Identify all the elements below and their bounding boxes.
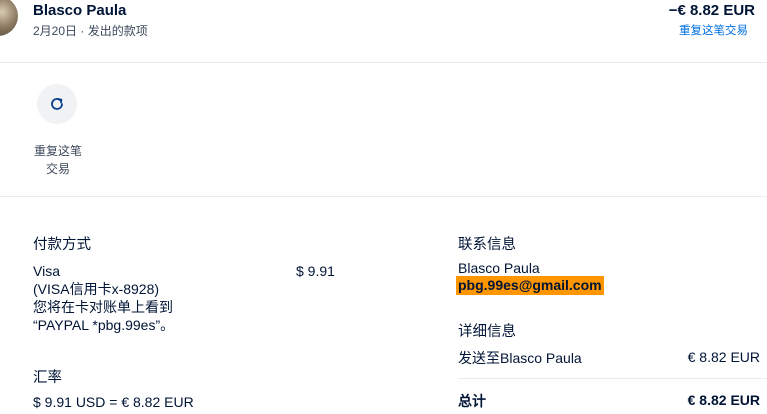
payment-method-heading: 付款方式: [33, 237, 91, 253]
contact-email[interactable]: pbg.99es@gmail.com: [456, 276, 604, 295]
repeat-transaction-label: 重复这笔 交易: [33, 144, 82, 176]
repeat-transaction-link[interactable]: 重复这笔交易: [679, 22, 748, 38]
divider: [0, 62, 767, 63]
avatar: [0, 0, 18, 36]
transaction-type: 发出的款项: [87, 24, 148, 38]
transaction-date: 2月20日: [33, 24, 78, 38]
divider: [0, 196, 767, 197]
refresh-icon: [51, 98, 63, 110]
total-amount: € 8.82 EUR: [687, 392, 760, 408]
payment-method-name: Visa: [33, 263, 60, 279]
details-heading: 详细信息: [458, 324, 516, 340]
total-label: 总计: [458, 393, 486, 409]
contact-name: Blasco Paula: [458, 260, 540, 276]
payee-name: Blasco Paula: [33, 2, 127, 19]
exchange-rate-value: $ 9.91 USD = € 8.82 EUR: [33, 394, 194, 410]
sent-to-label: 发送至Blasco Paula: [458, 350, 582, 366]
subline-separator: ·: [80, 24, 85, 38]
contact-info-heading: 联系信息: [458, 237, 516, 253]
statement-note-line1: 您将在卡对账单上看到: [33, 299, 173, 315]
payment-amount: $ 9.91: [296, 263, 335, 279]
statement-note-line2: “PAYPAL *pbg.99es”。: [33, 317, 175, 333]
divider: [458, 378, 767, 379]
payment-card: (VISA信用卡x-8928): [33, 281, 160, 297]
repeat-transaction-button[interactable]: [37, 84, 77, 124]
transaction-subline: 2月20日 · 发出的款项: [33, 22, 148, 39]
sent-to-amount: € 8.82 EUR: [687, 349, 760, 365]
exchange-rate-heading: 汇率: [33, 370, 62, 386]
transaction-amount: −€ 8.82 EUR: [668, 2, 755, 19]
